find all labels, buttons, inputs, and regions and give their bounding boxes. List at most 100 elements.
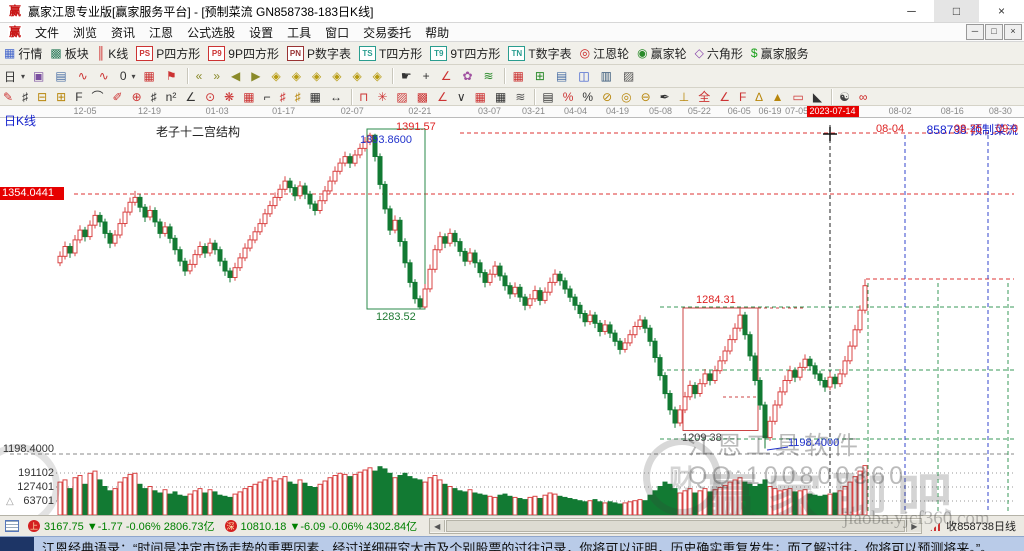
style-box-button[interactable]: ▣ [29,67,51,85]
draw-grid4-button[interactable]: ▦ [492,90,512,104]
zoom-diamond-1-button[interactable]: ◈ [268,67,288,85]
draw-rect-button[interactable]: ▭ [790,90,810,104]
draw-gold-line-button[interactable]: ⊖ [638,90,657,104]
clipboard-button[interactable]: ▤ [51,67,73,85]
draw-pct-button[interactable]: % [579,90,599,104]
draw-quan-button[interactable]: 全 [695,90,716,104]
draw-shade1-button[interactable]: ▨ [393,90,413,104]
infinity-tool-button[interactable]: ∞ [856,90,874,104]
draw-pen2-button[interactable]: ✐ [110,90,129,104]
adjust-dropdown-button[interactable]: 0▾ [116,67,140,85]
hangqing-button[interactable]: ▦行情 [0,44,46,62]
draw-gold-box1-button[interactable]: ⊟ [34,90,53,104]
period-day-dropdown-button[interactable]: 日▾ [0,67,29,85]
anchor-marker[interactable]: △ [6,496,14,507]
draw-speed-button[interactable]: ▲ [769,90,790,104]
zoom-diamond-4-button[interactable]: ◈ [328,67,348,85]
t-square-button[interactable]: TST四方形 [355,44,426,62]
draw-hash1-button[interactable]: ♯ [19,90,34,104]
menu-item-设置[interactable]: 设置 [242,24,280,41]
draw-channel-button[interactable]: ⊓ [356,90,374,104]
draw-n2-button[interactable]: n² [163,90,183,104]
draw-perp-button[interactable]: ⊥ [676,90,695,104]
form-tool-button[interactable]: ▤ [552,67,574,85]
draw-zigzag-button[interactable]: ∨ [454,90,472,104]
draw-hash-red-button[interactable]: ♯ [277,90,292,104]
taiji-tool-button[interactable]: ☯ [836,90,856,104]
szse-index-quote[interactable]: 10810.18 ▼-6.09 -0.06% 4302.84亿 [241,518,418,534]
draw-pen-button[interactable]: ✎ [0,90,19,104]
quote-grid-icon[interactable] [5,520,19,532]
crosshair-tool-button[interactable]: + [419,67,437,85]
grid-red-button[interactable]: ▦ [140,67,162,85]
draw-list-button[interactable]: ▤ [539,90,559,104]
mdi-close-button[interactable]: × [1004,24,1022,40]
zoom-diamond-2-button[interactable]: ◈ [288,67,308,85]
draw-target-button[interactable]: ⊙ [202,90,221,104]
draw-gold-slash-button[interactable]: ⊘ [599,90,618,104]
zoom-diamond-6-button[interactable]: ◈ [369,67,389,85]
sse-index-quote[interactable]: 3167.75 ▼-1.77 -0.06% 2806.73亿 [44,518,215,534]
angle-tool-button[interactable]: ∠ [437,67,459,85]
export-tool-button[interactable]: ▨ [619,67,641,85]
calculator-tool-button[interactable]: ⊞ [531,67,552,85]
wave-down-button[interactable]: ∿ [95,67,116,85]
menu-item-交易委托[interactable]: 交易委托 [356,24,418,41]
nav-prev-button[interactable]: ◀ [227,67,247,85]
menu-item-江恩[interactable]: 江恩 [142,24,180,41]
draw-waves-button[interactable]: ≋ [512,90,531,104]
scroll-left-icon[interactable]: ◀ [430,520,445,532]
draw-pct-red-button[interactable]: % [560,90,580,104]
draw-gold-circle-button[interactable]: ◎ [618,90,637,104]
scrollbar-thumb[interactable] [446,520,905,532]
draw-angle1-button[interactable]: ∠ [182,90,202,104]
draw-wedge-button[interactable]: ◣ [810,90,828,104]
draw-grid2-button[interactable]: ▦ [307,90,327,104]
draw-f-button[interactable]: F [72,90,88,104]
draw-grid3-button[interactable]: ▦ [472,90,492,104]
flag-button[interactable]: ⚑ [162,67,184,85]
braid-tool-button[interactable]: ≋ [480,67,501,85]
nav-first-button[interactable]: « [192,67,210,85]
flower-tool-button[interactable]: ✿ [458,67,479,85]
minimize-button[interactable]: ─ [889,0,934,22]
mdi-restore-button[interactable]: □ [985,24,1003,40]
zoom-diamond-3-button[interactable]: ◈ [308,67,328,85]
bankuai-button[interactable]: ▩板块 [46,44,92,62]
draw-shade2-button[interactable]: ▩ [414,90,434,104]
p-number-button[interactable]: PNP数字表 [283,44,355,62]
draw-arc-button[interactable]: ⌒ [89,90,110,104]
draw-delta-button[interactable]: ∆ [752,90,768,104]
gann-wheel-button[interactable]: ◎江恩轮 [576,44,634,62]
calendar-tool-button[interactable]: ▦ [509,67,531,85]
kxian-button[interactable]: ║K线 [93,44,133,62]
winner-service-button[interactable]: $赢家服务 [747,44,813,62]
menu-item-公式选股[interactable]: 公式选股 [180,24,242,41]
menu-item-窗口[interactable]: 窗口 [318,24,356,41]
menu-item-帮助[interactable]: 帮助 [418,24,456,41]
nav-next-button[interactable]: ▶ [247,67,267,85]
9p-square-button[interactable]: P99P四方形 [204,44,283,62]
draw-rays-button[interactable]: ✳ [374,90,393,104]
hexagon-button[interactable]: ◇六角形 [691,44,747,62]
menu-item-文件[interactable]: 文件 [28,24,66,41]
close-button[interactable]: × [979,0,1024,22]
save-tool-button[interactable]: ◫ [574,67,596,85]
draw-angle2-button[interactable]: ∠ [434,90,454,104]
menu-item-资讯[interactable]: 资讯 [104,24,142,41]
draw-circle-cross-button[interactable]: ⊕ [129,90,148,104]
scroll-right-icon[interactable]: ▶ [906,520,921,532]
chart-horizontal-scrollbar[interactable]: ◀ ▶ [429,518,922,534]
draw-width-button[interactable]: ↔ [327,90,348,104]
draw-gamma-button[interactable]: ⌐ [261,90,277,104]
zoom-diamond-5-button[interactable]: ◈ [348,67,368,85]
draw-hash2-button[interactable]: ♯ [148,90,163,104]
hand-tool-button[interactable]: ☛ [397,67,419,85]
menu-item-浏览[interactable]: 浏览 [66,24,104,41]
wave-up-button[interactable]: ∿ [74,67,95,85]
draw-gold-box2-button[interactable]: ⊞ [53,90,72,104]
draw-angle3-button[interactable]: ∠ [716,90,736,104]
t-number-button[interactable]: TNT数字表 [504,44,575,62]
draw-f-red-button[interactable]: F [736,90,752,104]
draw-grid-red-button[interactable]: ▦ [240,90,260,104]
